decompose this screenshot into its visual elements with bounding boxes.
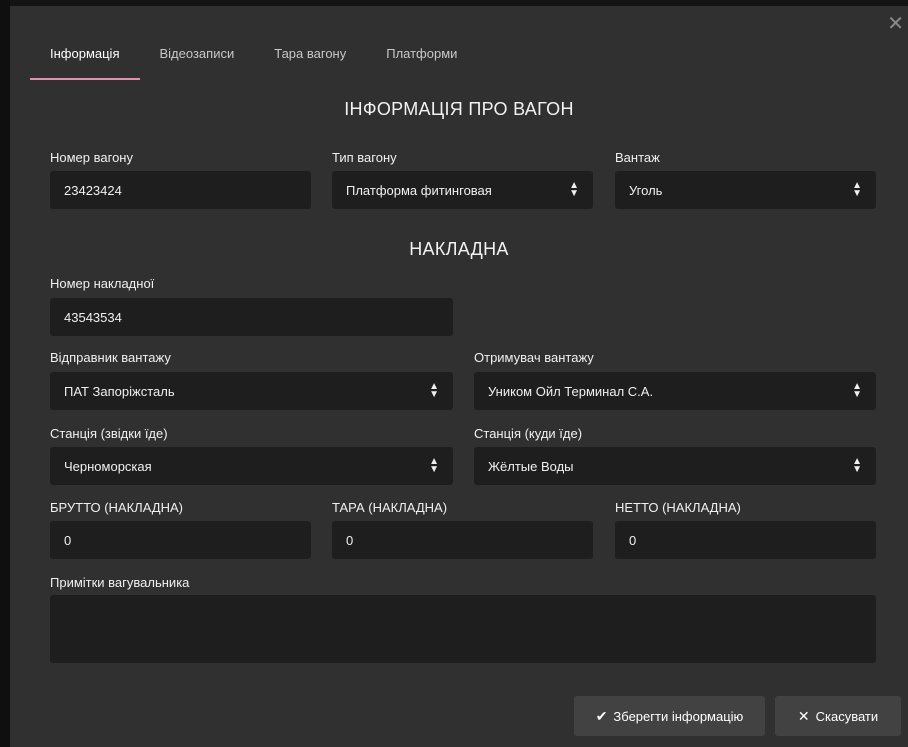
gross-label: БРУТТО (НАКЛАДНА) bbox=[50, 500, 183, 515]
sort-arrows-icon: ▲ ▼ bbox=[852, 180, 862, 199]
wagon-info-dialog: ✕ Інформація Відеозаписи Тара вагону Пла… bbox=[10, 6, 908, 747]
sort-arrows-icon: ▲ ▼ bbox=[429, 456, 439, 475]
wagon-type-select[interactable]: Платформа фитинговая ▲ ▼ bbox=[332, 171, 593, 209]
station-to-value: Жёлтые Воды bbox=[488, 458, 574, 474]
wagon-section-title: ІНФОРМАЦІЯ ПРО ВАГОН bbox=[344, 99, 574, 119]
sender-label: Відправник вантажу bbox=[50, 350, 171, 365]
net-value: 0 bbox=[629, 532, 637, 548]
gross-value: 0 bbox=[64, 532, 72, 548]
backdrop bbox=[0, 0, 10, 747]
close-icon: ✕ bbox=[797, 707, 810, 724]
cancel-button-label: Скасувати bbox=[815, 708, 879, 724]
tare-label: ТАРА (НАКЛАДНА) bbox=[332, 500, 448, 515]
sort-arrows-icon: ▲ ▼ bbox=[569, 180, 579, 199]
sender-value: ПАТ Запоріжсталь bbox=[64, 383, 175, 399]
wagon-type-label: Тип вагону bbox=[332, 150, 397, 165]
tab-platforms[interactable]: Платформи bbox=[366, 38, 477, 72]
tare-value: 0 bbox=[346, 532, 354, 548]
wagon-number-input[interactable]: 23423424 bbox=[50, 171, 311, 209]
net-label: НЕТТО (НАКЛАДНА) bbox=[615, 500, 741, 515]
receiver-value: Уником Ойл Терминал С.А. bbox=[488, 383, 654, 399]
sort-arrows-icon: ▲ ▼ bbox=[852, 456, 862, 475]
tab-bar: Інформація Відеозаписи Тара вагону Платф… bbox=[30, 38, 477, 80]
invoice-number-value: 43543534 bbox=[64, 309, 122, 325]
tab-information[interactable]: Інформація bbox=[30, 38, 140, 80]
station-from-label: Станція (звідки їде) bbox=[50, 426, 168, 441]
station-to-label: Станція (куди їде) bbox=[474, 426, 583, 441]
station-from-select[interactable]: Черноморская ▲ ▼ bbox=[50, 447, 453, 485]
check-icon: ✔ bbox=[595, 707, 608, 724]
sender-select[interactable]: ПАТ Запоріжсталь ▲ ▼ bbox=[50, 372, 453, 410]
tab-wagon-tare[interactable]: Тара вагону bbox=[254, 38, 366, 72]
notes-textarea[interactable] bbox=[50, 595, 876, 663]
station-from-value: Черноморская bbox=[64, 458, 152, 474]
wagon-number-label: Номер вагону bbox=[50, 150, 133, 165]
cargo-label: Вантаж bbox=[615, 150, 660, 165]
save-button[interactable]: ✔ Зберегти інформацію bbox=[574, 696, 765, 736]
net-input[interactable]: 0 bbox=[615, 521, 876, 559]
invoice-number-label: Номер накладної bbox=[50, 276, 155, 291]
gross-input[interactable]: 0 bbox=[50, 521, 311, 559]
cargo-select[interactable]: Уголь ▲ ▼ bbox=[615, 171, 876, 209]
tab-videos[interactable]: Відеозаписи bbox=[140, 38, 255, 72]
notes-label: Примітки вагувальника bbox=[50, 575, 190, 590]
save-button-label: Зберегти інформацію bbox=[613, 708, 744, 724]
receiver-select[interactable]: Уником Ойл Терминал С.А. ▲ ▼ bbox=[474, 372, 876, 410]
invoice-number-input[interactable]: 43543534 bbox=[50, 298, 453, 336]
tare-input[interactable]: 0 bbox=[332, 521, 593, 559]
sort-arrows-icon: ▲ ▼ bbox=[429, 381, 439, 400]
wagon-number-value: 23423424 bbox=[64, 182, 122, 198]
station-to-select[interactable]: Жёлтые Воды ▲ ▼ bbox=[474, 447, 876, 485]
wagon-type-value: Платформа фитинговая bbox=[346, 182, 492, 198]
cargo-value: Уголь bbox=[629, 182, 663, 198]
cancel-button[interactable]: ✕ Скасувати bbox=[775, 696, 901, 736]
close-icon[interactable]: ✕ bbox=[887, 14, 904, 34]
receiver-label: Отримувач вантажу bbox=[474, 350, 594, 365]
sort-arrows-icon: ▲ ▼ bbox=[852, 381, 862, 400]
invoice-section-title: НАКЛАДНА bbox=[409, 239, 509, 259]
